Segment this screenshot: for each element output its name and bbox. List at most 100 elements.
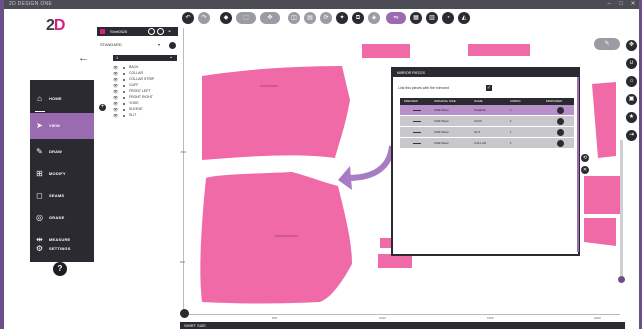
app-logo: 2D — [46, 17, 65, 34]
pattern-piece-collar — [362, 44, 410, 58]
zoom-slider[interactable] — [618, 140, 625, 283]
name-cell: SLIT — [474, 130, 481, 134]
home-icon: ⌂ — [37, 94, 42, 103]
dropdown-caret-icon: ▾ — [158, 42, 161, 47]
piece-dot — [123, 96, 125, 99]
list-item[interactable]: 👁 COLLAR STRIP — [113, 77, 177, 82]
move-icon[interactable]: ✥ — [260, 12, 280, 24]
pieces-tree: Shirt0525 ⌄ STANDARD ▾ 1 ⌄ + 👁 BACK 👁 COLL… — [97, 18, 178, 136]
table-icon[interactable]: ▥ — [426, 12, 438, 24]
table-row[interactable]: SIZE Basic COLLAR 1 — [400, 138, 574, 149]
magnet-icon[interactable]: ∪ — [626, 58, 637, 69]
eye-icon[interactable]: 👁 — [113, 95, 118, 100]
close-button[interactable]: ✕ — [628, 0, 638, 9]
nav-settings[interactable]: ⚙ SETTINGS — [30, 236, 94, 262]
add-circle-icon[interactable] — [157, 28, 164, 35]
exit-icon[interactable]: ⇥ — [626, 130, 637, 141]
list-item[interactable]: 👁 SLEEVE — [113, 107, 177, 112]
eye-icon[interactable]: 👁 — [113, 89, 118, 94]
eye-icon[interactable]: 👁 — [113, 113, 118, 118]
pin-icon[interactable]: ✦ — [336, 12, 348, 24]
dialog-scrollbar[interactable] — [577, 77, 579, 252]
piece-dot — [123, 90, 125, 93]
standard-select[interactable]: STANDARD ▾ — [100, 42, 164, 49]
right-toolbar: ✥ ∪ ⌂ ▣ ★ ⇥ — [626, 40, 638, 150]
edit-icon[interactable] — [169, 42, 176, 49]
list-item[interactable]: 👁 SLIT — [113, 113, 177, 118]
zoom-slider-knob[interactable] — [618, 276, 625, 283]
split-icon[interactable]: ◫ — [288, 12, 300, 24]
redo-icon[interactable]: ↷ — [198, 12, 210, 24]
list-item[interactable]: 👁 BACK — [113, 65, 177, 70]
align-icon[interactable]: ▤ — [304, 12, 316, 24]
eye-icon[interactable]: 👁 — [113, 83, 118, 88]
eye-icon[interactable]: 👁 — [113, 77, 118, 82]
mirror-action-icon[interactable] — [557, 107, 564, 114]
piece-name: YOKE — [129, 101, 139, 105]
eye-icon[interactable]: 👁 — [113, 71, 118, 76]
ruler-tick-label: -500 — [180, 150, 187, 154]
move-cross-icon[interactable]: ✥ — [626, 40, 637, 51]
rotate-icon[interactable]: ⟳ — [320, 12, 332, 24]
nav-home[interactable]: ⌂ HOME — [30, 86, 94, 112]
zoom-fit-icon[interactable] — [180, 309, 189, 318]
ruler-tick-label: 1500 — [487, 316, 494, 320]
piece-preview — [413, 132, 421, 133]
nav-label: VIEW — [49, 123, 61, 128]
group-row[interactable]: 1 ⌄ — [113, 54, 177, 61]
list-item[interactable]: 👁 CUFF — [113, 83, 177, 88]
help-button[interactable]: ? — [53, 262, 67, 276]
copy-icon[interactable]: ⧉ — [352, 12, 364, 24]
eye-icon[interactable]: 👁 — [113, 101, 118, 106]
pen-tool-button[interactable]: ✎ — [594, 38, 620, 50]
add-piece-icon[interactable]: + — [99, 104, 106, 111]
list-item[interactable]: 👁 FRONT LEFT — [113, 89, 177, 94]
eye-icon[interactable]: 👁 — [113, 65, 118, 70]
link-mirrored-checkbox[interactable]: ✓ — [486, 85, 492, 91]
minimize-button[interactable]: – — [604, 0, 614, 9]
eye-icon[interactable]: 👁 — [113, 107, 118, 112]
column-header: MIRRORED — [546, 99, 563, 103]
horizontal-ruler: 500 1000 1500 2000 — [184, 314, 620, 321]
undo-icon[interactable]: ↶ — [182, 12, 194, 24]
mirror-arrow-head — [338, 166, 352, 190]
list-item[interactable]: 👁 FRONT RIGHT — [113, 95, 177, 100]
piece-preview — [413, 110, 421, 111]
layers-icon[interactable]: ◈ — [368, 12, 380, 24]
cancel-icon[interactable]: ✕ — [581, 166, 589, 174]
save-icon[interactable]: ▣ — [626, 94, 637, 105]
mirror-action-icon[interactable] — [557, 129, 564, 136]
shape-icon[interactable]: ◭ — [458, 12, 470, 24]
confirm-icon[interactable]: ⟲ — [581, 154, 589, 162]
back-arrow-icon[interactable]: ← — [78, 52, 89, 64]
cursor-icon: ➤ — [36, 121, 43, 130]
piece-name: FRONT RIGHT — [129, 95, 153, 99]
chevron-down-icon: ⌄ — [169, 54, 174, 60]
settings-circle-icon[interactable] — [148, 28, 155, 35]
size-cell: SIZE Basic — [434, 119, 449, 123]
eraser-icon[interactable]: ◆ — [220, 12, 232, 24]
list-item[interactable]: 👁 COLLAR — [113, 71, 177, 76]
dialog-header: MIRROR PIECES — [393, 69, 578, 77]
piece-preview — [413, 143, 421, 144]
lock-icon[interactable]: ⌂ — [626, 76, 637, 87]
title-bar: 2D DESIGN ONE – □ ✕ — [0, 0, 642, 9]
grid-icon[interactable]: ▦ — [410, 12, 422, 24]
table-row[interactable]: SIZE Basic SLEEVE 1 — [400, 105, 574, 116]
star-icon[interactable]: ★ — [626, 112, 637, 123]
curve-icon[interactable]: ◔ — [442, 12, 454, 24]
select-rect-icon[interactable]: ⬚ — [236, 12, 256, 24]
chevron-down-icon[interactable]: ⌄ — [167, 28, 174, 35]
mirror-action-icon[interactable] — [557, 140, 564, 147]
table-row[interactable]: SIZE Basic SLIT 1 — [400, 127, 574, 138]
piece-dot — [123, 72, 125, 75]
fabric-cell: 1 — [510, 130, 512, 134]
maximize-button[interactable]: □ — [616, 0, 626, 9]
mirror-icon[interactable]: ⇋ — [386, 12, 406, 24]
mirror-action-icon[interactable] — [557, 118, 564, 125]
table-row[interactable]: SIZE Basic CUFF 1 — [400, 116, 574, 127]
nav-view[interactable]: ➤ VIEW — [30, 113, 94, 139]
dialog-title: MIRROR PIECES — [397, 71, 426, 75]
list-item[interactable]: 👁 YOKE — [113, 101, 177, 106]
size-cell: SIZE Basic — [434, 108, 449, 112]
